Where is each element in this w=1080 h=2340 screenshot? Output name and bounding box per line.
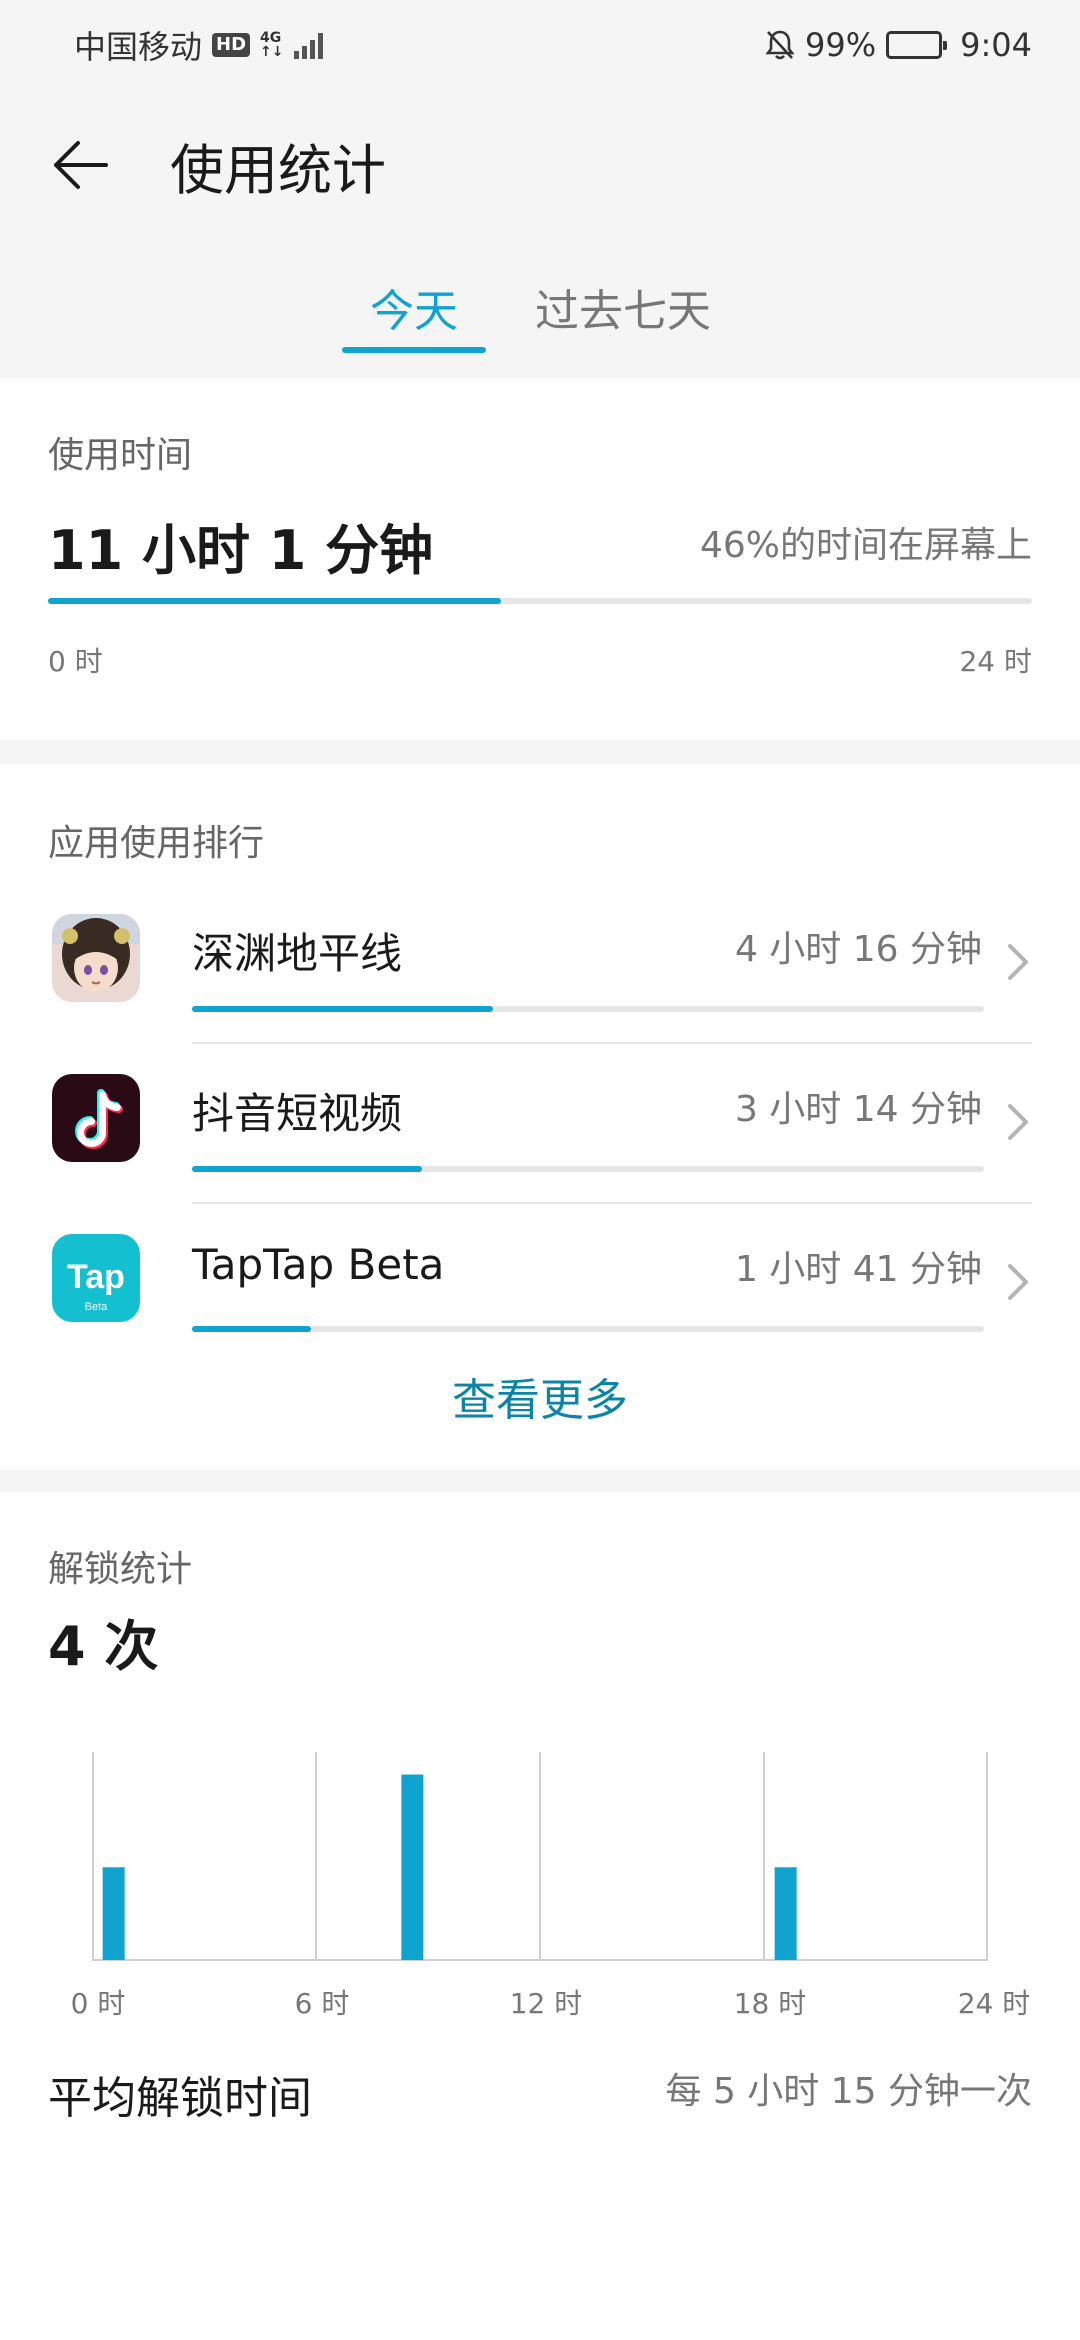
period-tabs: 今天 过去七天 xyxy=(0,265,1080,360)
network-label: 4G xyxy=(260,30,282,46)
clock: 9:04 xyxy=(960,26,1032,64)
app-name: 深渊地平线 xyxy=(192,929,403,978)
chevron-right-icon xyxy=(1008,1264,1028,1300)
page-title: 使用统计 xyxy=(170,138,386,202)
anime-girl-icon xyxy=(52,914,140,1002)
chart-bar xyxy=(401,1774,424,1960)
usage-time-card: 使用时间 11 小时 1 分钟 46%的时间在屏幕上 0 时 24 时 xyxy=(0,378,1080,740)
usage-total: 11 小时 1 分钟 xyxy=(48,519,434,582)
app-row[interactable]: 抖音短视频 3 小时 14 分钟 xyxy=(0,1044,1080,1204)
chart-bar xyxy=(774,1867,797,1960)
back-button[interactable] xyxy=(40,125,120,205)
network-type: 4G ↑↓ xyxy=(260,31,283,59)
app-usage-track xyxy=(192,1006,984,1012)
tab-past-seven-days[interactable]: 过去七天 xyxy=(535,275,711,339)
app-usage-fill xyxy=(192,1006,493,1012)
battery-percent: 99% xyxy=(805,26,877,64)
app-usage-track xyxy=(192,1166,984,1172)
app-usage-fill xyxy=(192,1166,422,1172)
usage-progress-fill xyxy=(48,598,501,604)
status-right: 99% 9:04 xyxy=(765,26,1032,64)
chart-tick-label: 24 时 xyxy=(957,1987,1031,2020)
ranking-section-title: 应用使用排行 xyxy=(48,823,265,864)
unlock-chart xyxy=(92,1752,988,1961)
chevron-right-icon xyxy=(1008,944,1028,980)
app-usage-fill xyxy=(192,1326,311,1332)
usage-axis-start: 0 时 xyxy=(48,645,103,678)
carrier-name: 中国移动 xyxy=(74,28,203,66)
taptap-icon: Tap Beta xyxy=(52,1234,140,1322)
app-usage-time: 1 小时 41 分钟 xyxy=(734,1249,982,1290)
hd-badge: HD xyxy=(212,33,251,57)
tab-today[interactable]: 今天 xyxy=(370,275,458,339)
taptap-beta-text: Beta xyxy=(85,1301,109,1313)
bell-off-icon xyxy=(765,30,795,60)
avg-unlock-value: 每 5 小时 15 分钟一次 xyxy=(665,2071,1033,2112)
status-bar: 中国移动 HD 4G ↑↓ 99% 9:04 xyxy=(0,0,1080,90)
arrow-left-icon xyxy=(54,141,108,189)
unlock-section-title: 解锁统计 xyxy=(48,1549,193,1590)
app-name: 抖音短视频 xyxy=(192,1089,403,1138)
chart-tick-label: 6 时 xyxy=(294,1987,350,2020)
app-usage-time: 3 小时 14 分钟 xyxy=(734,1089,982,1130)
usage-section-title: 使用时间 xyxy=(48,435,193,476)
app-bar: 使用统计 xyxy=(0,110,1080,220)
app-name: TapTap Beta xyxy=(192,1240,445,1289)
signal-icon xyxy=(293,31,323,59)
tab-indicator xyxy=(342,347,486,353)
network-activity: ↑↓ xyxy=(260,44,284,60)
app-usage-track xyxy=(192,1326,984,1332)
avg-unlock-label: 平均解锁时间 xyxy=(48,2073,312,2124)
status-left: 中国移动 HD 4G ↑↓ xyxy=(74,22,323,68)
unlock-stats-card: 解锁统计 4 次 0 时 6 时 12 时 18 时 24 时 平均解锁时间 每 5 小… xyxy=(0,1492,1080,2340)
app-row[interactable]: Tap Beta TapTap Beta 1 小时 41 分钟 xyxy=(0,1204,1080,1364)
chart-tick-label: 12 时 xyxy=(509,1987,583,2020)
chart-bar xyxy=(102,1867,125,1960)
usage-axis-end: 24 时 xyxy=(959,645,1032,678)
taptap-logo-text: Tap xyxy=(67,1258,125,1296)
see-more-button[interactable]: 查看更多 xyxy=(0,1364,1080,1428)
chart-tick-label: 18 时 xyxy=(733,1987,807,2020)
chart-tick-label: 0 时 xyxy=(70,1987,126,2020)
app-row[interactable]: 深渊地平线 4 小时 16 分钟 xyxy=(0,884,1080,1044)
chevron-right-icon xyxy=(1008,1104,1028,1140)
app-usage-time: 4 小时 16 分钟 xyxy=(734,929,982,970)
battery-icon xyxy=(886,31,948,59)
tiktok-icon xyxy=(52,1074,140,1162)
app-ranking-card: 应用使用排行 深渊地平线 4 小时 16 分钟 抖音短视频 3 小时 14 分钟… xyxy=(0,764,1080,1470)
screen-ratio: 46%的时间在屏幕上 xyxy=(699,525,1032,566)
usage-progress-track xyxy=(48,598,1032,604)
unlock-count: 4 次 xyxy=(48,1615,159,1678)
